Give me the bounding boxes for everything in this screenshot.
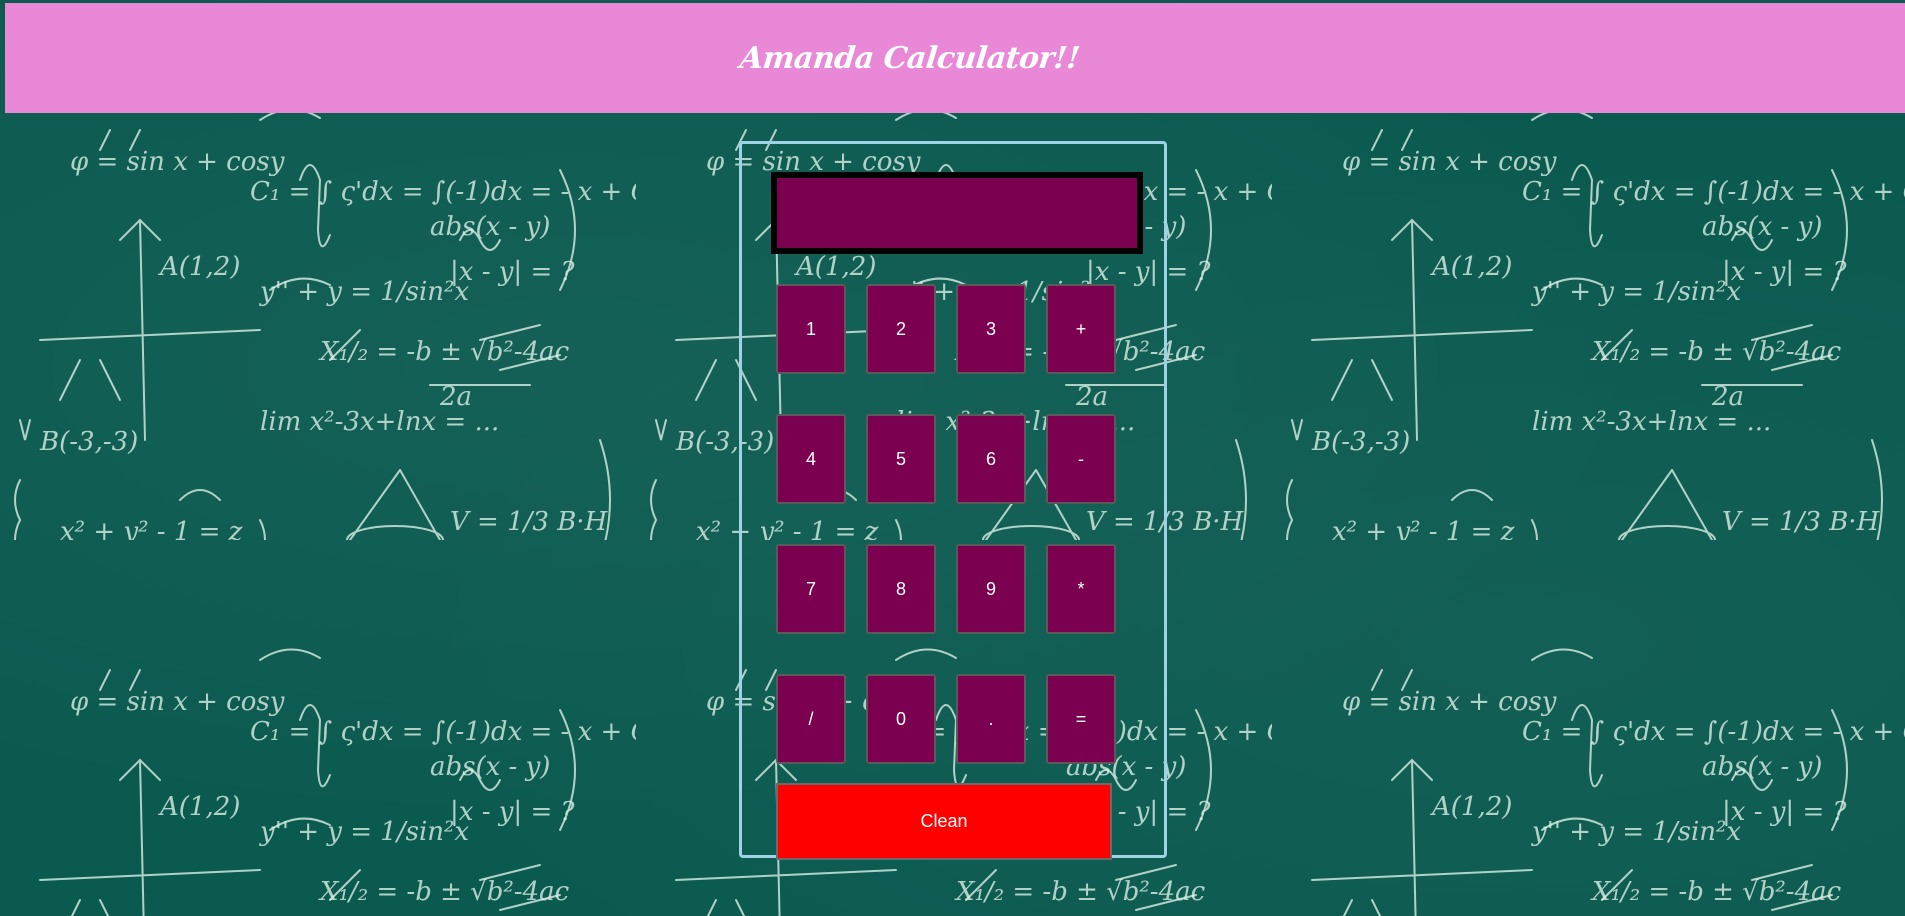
key-1[interactable]: 1 <box>776 284 846 374</box>
key-plus[interactable]: + <box>1046 284 1116 374</box>
key-8[interactable]: 8 <box>866 544 936 634</box>
key-5[interactable]: 5 <box>866 414 936 504</box>
key-9[interactable]: 9 <box>956 544 1026 634</box>
key-0[interactable]: 0 <box>866 674 936 764</box>
key-4[interactable]: 4 <box>776 414 846 504</box>
key-multiply[interactable]: * <box>1046 544 1116 634</box>
app-header: Amanda Calculator!! <box>5 3 1905 113</box>
key-decimal[interactable]: . <box>956 674 1026 764</box>
clean-button[interactable]: Clean <box>776 783 1112 860</box>
key-minus[interactable]: - <box>1046 414 1116 504</box>
calculator-panel: 1 2 3 + 4 5 6 - 7 8 9 * / 0 . = Clean <box>739 141 1167 860</box>
key-6[interactable]: 6 <box>956 414 1026 504</box>
key-3[interactable]: 3 <box>956 284 1026 374</box>
key-equals[interactable]: = <box>1046 674 1116 764</box>
key-2[interactable]: 2 <box>866 284 936 374</box>
key-7[interactable]: 7 <box>776 544 846 634</box>
app-title: Amanda Calculator!! <box>738 40 1082 76</box>
key-divide[interactable]: / <box>776 674 846 764</box>
calculator-display <box>771 172 1143 254</box>
